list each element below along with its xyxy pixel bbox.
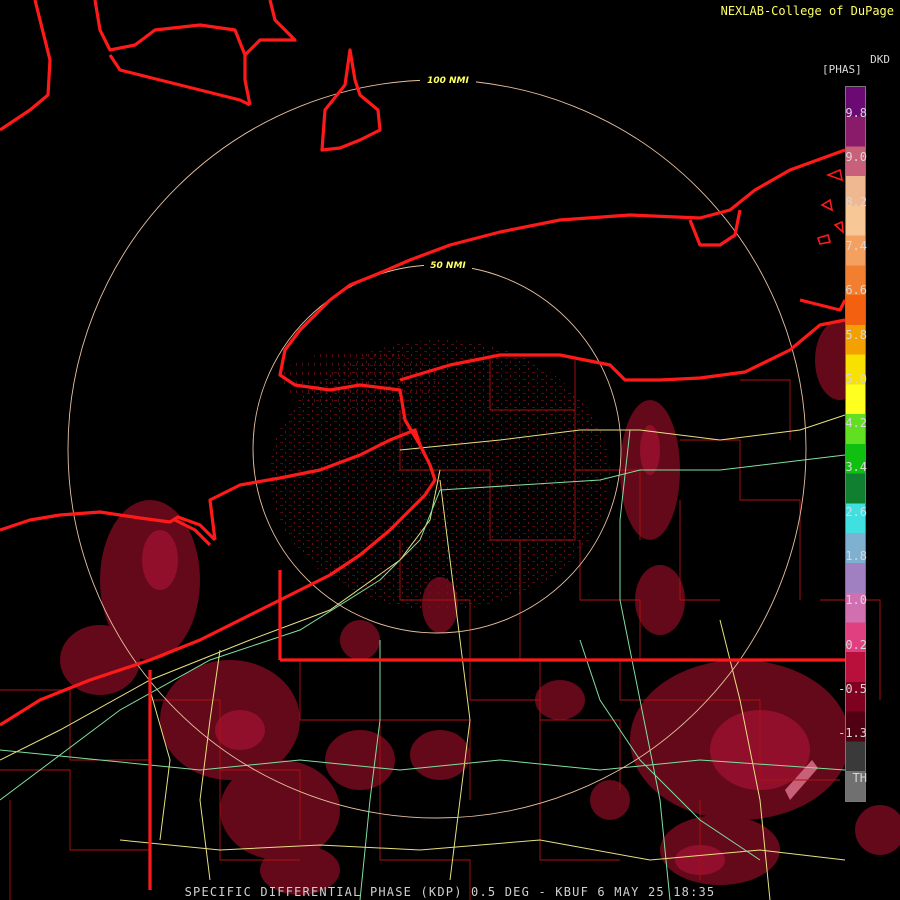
color-scale-tick: 9.8	[845, 106, 867, 120]
color-scale-tick: 5.0	[845, 371, 867, 386]
color-scale-tick: -1.3	[838, 726, 867, 741]
lake-islands	[816, 168, 844, 245]
color-scale-tick: 4.2	[845, 416, 867, 431]
legend-units-label: [PHAS]	[822, 63, 862, 76]
radar-echoes	[60, 320, 900, 895]
color-scale-tick: 9.0	[845, 150, 867, 165]
credit-label: NEXLAB-College of DuPage	[720, 4, 894, 18]
color-scale-tick: 1.8	[845, 549, 867, 563]
radar-map: 50 NMI 100 NMI	[0, 0, 900, 900]
color-scale-tick: 5.8	[845, 327, 867, 342]
color-scale-tick: TH	[852, 770, 867, 785]
color-scale-tick: 1.0	[845, 593, 867, 608]
color-scale-tick: 3.4	[845, 460, 867, 475]
legend-product-label: DKD	[870, 53, 890, 66]
color-scale-tick: 2.6	[845, 504, 867, 519]
color-scale-tick: -0.5	[838, 681, 867, 696]
range-ring-50-label: 50 NMI	[430, 261, 466, 271]
color-scale-tick: 6.6	[845, 283, 867, 298]
product-caption: SPECIFIC DIFFERENTIAL PHASE (KDP) 0.5 DE…	[184, 885, 716, 899]
color-scale-tick: 7.4	[845, 238, 867, 253]
color-scale-tick: 0.2	[845, 637, 867, 652]
range-ring-100-label: 100 NMI	[427, 76, 469, 86]
color-scale-tick: 8.2	[845, 194, 867, 209]
